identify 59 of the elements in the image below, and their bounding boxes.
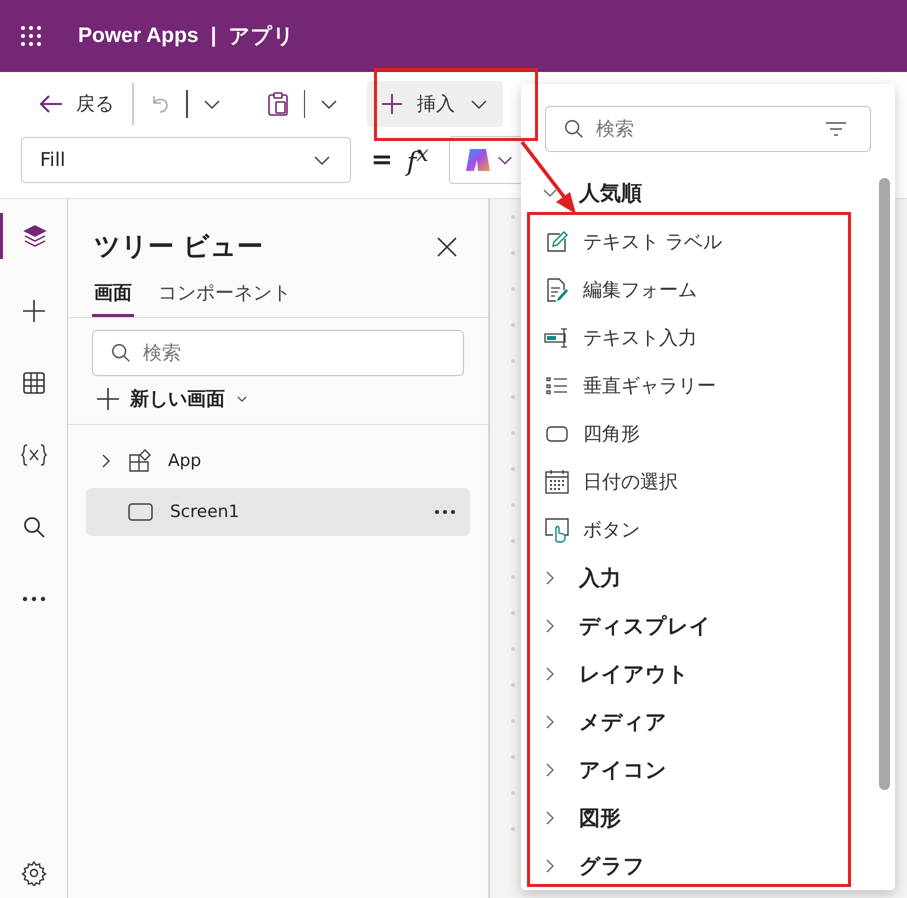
plus-icon (96, 387, 120, 411)
category-header[interactable]: グラフ (543, 842, 855, 890)
app-launcher-icon[interactable] (20, 25, 42, 47)
category-header[interactable]: 図形 (543, 794, 855, 842)
category-header[interactable]: ディスプレイ (543, 602, 855, 650)
calendar-icon (544, 469, 570, 495)
scrollbar[interactable] (879, 178, 890, 790)
control-item[interactable]: テキスト ラベル (543, 218, 855, 266)
rectangle-icon (545, 424, 569, 444)
panel-title: ツリー ビュー (94, 231, 264, 264)
property-dropdown[interactable]: Fill (21, 137, 351, 183)
hand-pointer-icon (544, 517, 570, 543)
back-button[interactable]: 戻る (34, 83, 118, 125)
plus-icon (381, 93, 403, 115)
more-icon[interactable] (434, 509, 456, 515)
equals-sign: = (371, 145, 393, 175)
title-separator: | (210, 24, 216, 48)
chevron-right-icon[interactable] (100, 454, 112, 468)
insert-button[interactable]: 挿入 (367, 81, 503, 127)
tab[interactable]: コンポーネント (156, 280, 293, 317)
variables-icon (20, 443, 48, 467)
category-header[interactable]: 人気順 (543, 176, 642, 210)
app-icon (128, 449, 152, 473)
plus-icon (20, 298, 46, 324)
category-header[interactable]: レイアウト (543, 650, 855, 698)
search-field[interactable]: 検索 (92, 330, 464, 376)
product-name: Power Apps (78, 24, 199, 48)
function-label: f$^{x}$ (406, 142, 429, 178)
control-item[interactable]: 垂直ギャラリー (543, 362, 855, 410)
pencil-box-icon (545, 230, 569, 254)
control-item[interactable]: 四角形 (543, 410, 855, 458)
search-icon (110, 342, 132, 364)
app-name: アプリ (228, 24, 294, 50)
control-item[interactable]: ボタン (543, 506, 855, 554)
search-field[interactable]: 検索 (545, 106, 871, 152)
control-item[interactable]: テキスト入力 (543, 314, 855, 362)
document-edit-icon (545, 277, 569, 303)
category-header[interactable]: メディア (543, 698, 855, 746)
back-arrow-icon (38, 93, 64, 115)
control-item[interactable]: 日付の選択 (543, 458, 855, 506)
tree-node[interactable]: Screen1 (86, 488, 470, 536)
layers-icon (22, 223, 48, 249)
control-item[interactable]: 編集フォーム (543, 266, 855, 314)
tab[interactable]: 画面 (92, 280, 134, 317)
screen-icon (128, 502, 154, 522)
grid-icon (22, 371, 46, 395)
search-icon (563, 118, 585, 140)
category-header[interactable]: アイコン (543, 746, 855, 794)
clipboard-icon[interactable] (266, 91, 290, 117)
text-input-icon (544, 326, 570, 350)
new-screen-button[interactable]: 新しい画面 (68, 376, 249, 424)
tree-node[interactable]: App (86, 437, 470, 485)
settings-icon[interactable] (20, 860, 46, 886)
search-icon (22, 515, 46, 539)
category-header[interactable]: 入力 (543, 554, 855, 602)
list-icon (546, 376, 568, 396)
close-icon[interactable] (436, 236, 458, 258)
more-icon (22, 595, 46, 603)
filter-icon[interactable] (825, 121, 847, 137)
